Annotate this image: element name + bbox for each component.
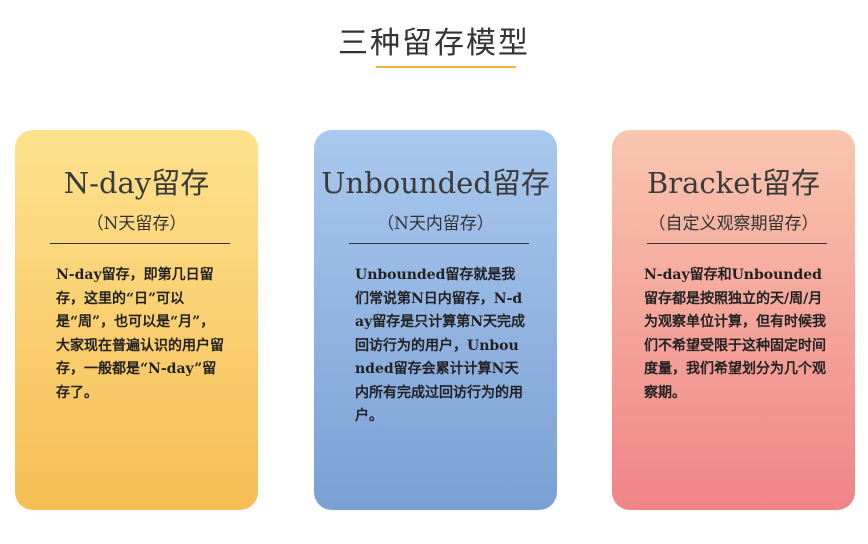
card-subtitle: （N天内留存） (377, 214, 494, 234)
card-title: Bracket留存 (646, 166, 821, 200)
card-subtitle: （N天留存） (86, 214, 187, 234)
card-divider (647, 243, 827, 244)
card-description: N-day留存，即第几日留存，这里的“日”可以是“周”，也可以是“月”，大家现在… (56, 267, 224, 401)
card-title: N-day留存 (63, 166, 210, 200)
card-divider (50, 243, 230, 244)
card-description: N-day留存和Unbounded留存都是按照独立的天/周/月为观察单位计算，但… (644, 267, 826, 401)
card-unbounded: Unbounded留存 （N天内留存） Unbounded留存就是我们常说第N日… (314, 130, 557, 510)
title-underline (376, 66, 516, 68)
card-divider (349, 243, 529, 244)
card-title: Unbounded留存 (321, 166, 550, 200)
card-bracket: Bracket留存 （自定义观察期留存） N-day留存和Unbounded留存… (612, 130, 855, 510)
card-subtitle: （自定义观察期留存） (648, 214, 819, 234)
card-n-day: N-day留存 （N天留存） N-day留存，即第几日留存，这里的“日”可以是“… (15, 130, 258, 510)
card-description: Unbounded留存就是我们常说第N日内留存，N-day留存是只计算第N天完成… (355, 267, 526, 424)
page-title: 三种留存模型 (338, 26, 530, 61)
